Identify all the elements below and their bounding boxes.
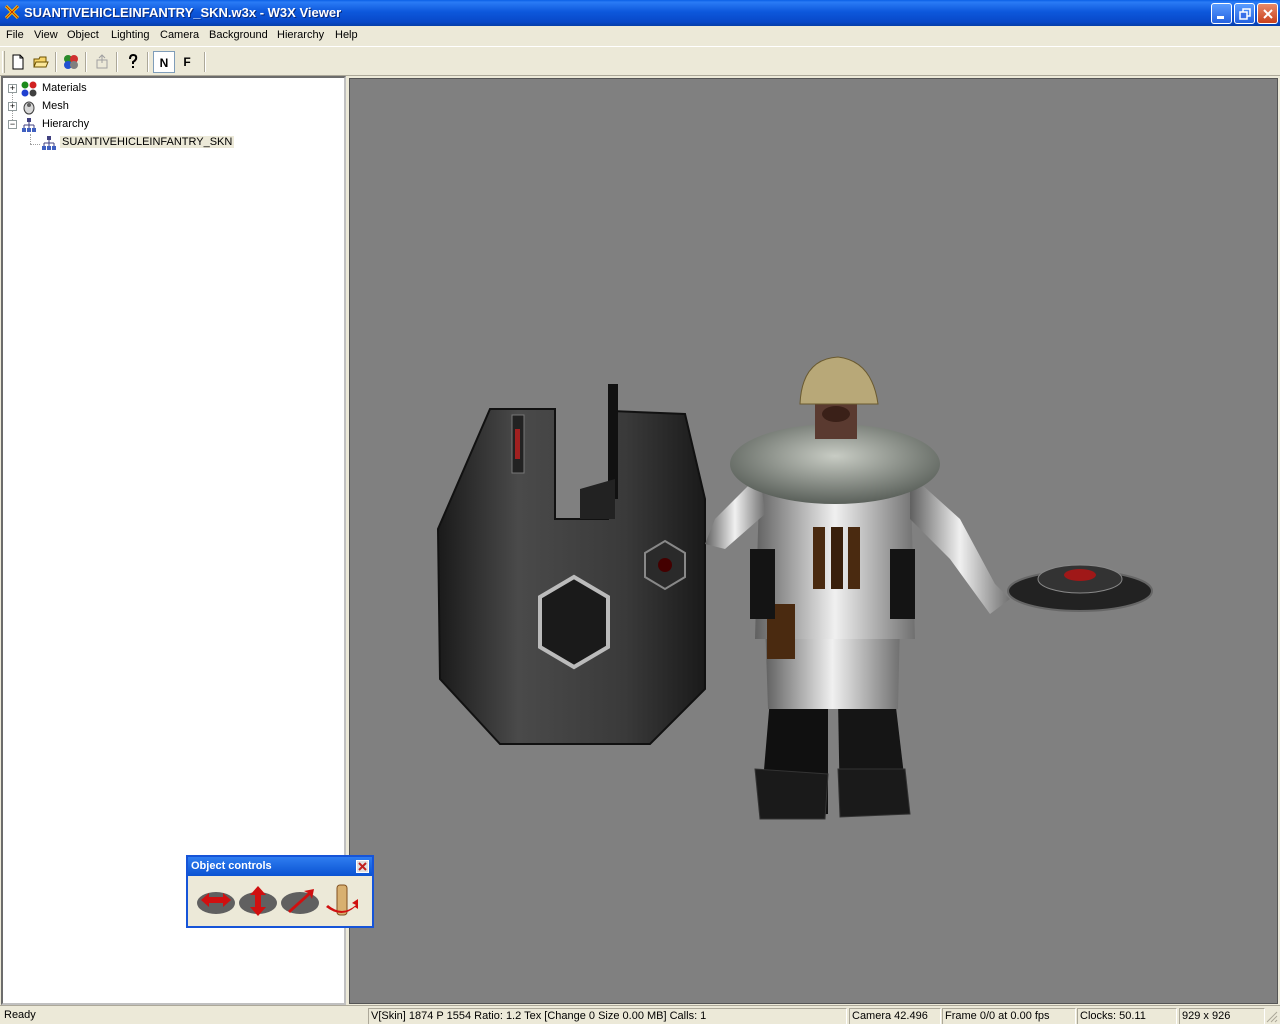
rotate-icon — [326, 884, 358, 916]
close-icon — [358, 862, 367, 871]
window-title: SUANTIVEHICLEINFANTRY_SKN.w3x - W3X View… — [24, 5, 342, 20]
infantry-character — [705, 356, 1010, 820]
new-button[interactable] — [7, 51, 29, 73]
export-icon — [64, 55, 78, 69]
menu-view[interactable]: View — [34, 29, 58, 41]
tree-item-label: Mesh — [42, 100, 69, 112]
status-bar: Ready V[Skin] 1874 P 1554 Ratio: 1.2 Tex… — [0, 1005, 1280, 1024]
status-ready: Ready — [4, 1009, 36, 1021]
new-file-icon — [12, 54, 24, 70]
restore-icon — [1239, 8, 1251, 20]
object-controls-close-button[interactable] — [356, 860, 369, 873]
tree-item-materials[interactable]: + Materials — [3, 80, 303, 98]
toolbar: N F — [0, 46, 1280, 76]
tree-item-mesh[interactable]: + Mesh — [3, 98, 303, 116]
resize-grip-icon[interactable] — [1266, 1011, 1278, 1023]
help-icon — [129, 54, 138, 68]
menu-bar: File View Object Lighting Camera Backgro… — [0, 26, 1280, 46]
hierarchy-node-icon — [42, 136, 56, 150]
minimize-icon — [1217, 16, 1224, 19]
move-horizontal-icon — [197, 892, 235, 914]
materials-icon — [21, 81, 37, 97]
move-horizontal-button[interactable] — [196, 883, 236, 919]
toolbar-separator — [85, 52, 87, 72]
menu-lighting[interactable]: Lighting — [111, 29, 150, 41]
close-button[interactable] — [1257, 3, 1278, 24]
infantry-model-render — [436, 356, 1153, 820]
open-folder-icon — [33, 56, 49, 68]
disabled-tool-icon — [96, 54, 108, 69]
expand-icon[interactable]: + — [8, 102, 17, 111]
hierarchy-icon — [22, 118, 36, 132]
disabled-tool-button[interactable] — [91, 51, 113, 73]
tree-item-hierarchy-child[interactable]: SUANTIVEHICLEINFANTRY_SKN — [3, 134, 303, 152]
mesh-icon — [23, 101, 35, 115]
menu-object[interactable]: Object — [67, 29, 99, 41]
expand-icon[interactable]: + — [8, 84, 17, 93]
move-vertical-icon — [239, 886, 277, 916]
object-controls-title-bar[interactable]: Object controls — [188, 857, 372, 876]
status-render-stats: V[Skin] 1874 P 1554 Ratio: 1.2 Tex [Chan… — [368, 1008, 847, 1024]
toolbar-separator — [204, 52, 206, 72]
menu-camera[interactable]: Camera — [160, 29, 199, 41]
object-controls-title: Object controls — [191, 860, 272, 872]
n-toggle-button[interactable]: N — [153, 51, 175, 73]
status-clocks: Clocks: 50.11 — [1077, 1008, 1177, 1024]
help-button[interactable] — [122, 51, 144, 73]
w3x-app-icon — [4, 4, 20, 20]
close-icon — [1263, 9, 1273, 19]
status-resolution: 929 x 926 — [1179, 1008, 1265, 1024]
title-bar[interactable]: SUANTIVEHICLEINFANTRY_SKN.w3x - W3X View… — [0, 0, 1280, 26]
shield — [436, 384, 706, 745]
menu-help[interactable]: Help — [335, 29, 358, 41]
f-toggle-button[interactable]: F — [176, 51, 198, 73]
menu-hierarchy[interactable]: Hierarchy — [277, 29, 324, 41]
move-diagonal-button[interactable] — [280, 883, 320, 919]
toolbar-separator — [116, 52, 118, 72]
status-frame: Frame 0/0 at 0.00 fps — [942, 1008, 1076, 1024]
tree-item-label: Hierarchy — [42, 118, 90, 130]
collapse-icon[interactable]: − — [8, 120, 17, 129]
3d-viewport[interactable] — [349, 78, 1278, 1004]
toolbar-grip[interactable] — [2, 51, 5, 73]
export-button[interactable] — [60, 51, 82, 73]
hand-device — [1007, 564, 1153, 612]
minimize-button[interactable] — [1211, 3, 1232, 24]
move-vertical-button[interactable] — [238, 883, 278, 919]
rotate-button[interactable] — [322, 883, 362, 919]
menu-background[interactable]: Background — [209, 29, 268, 41]
toolbar-separator — [55, 52, 57, 72]
open-button[interactable] — [30, 51, 52, 73]
object-controls-palette[interactable]: Object controls — [186, 855, 374, 928]
tree-item-label: SUANTIVEHICLEINFANTRY_SKN — [60, 136, 235, 148]
tree-item-label: Materials — [42, 82, 87, 94]
move-diagonal-icon — [281, 889, 319, 914]
status-camera: Camera 42.496 — [849, 1008, 941, 1024]
tree-item-hierarchy[interactable]: − Hierarchy — [3, 116, 303, 134]
restore-button[interactable] — [1234, 3, 1255, 24]
toolbar-separator — [147, 52, 149, 72]
menu-file[interactable]: File — [6, 29, 24, 41]
